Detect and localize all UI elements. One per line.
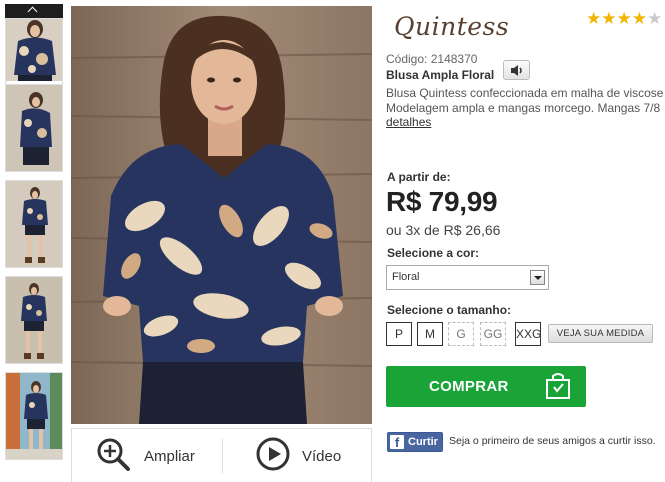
star-icon: ★	[616, 9, 632, 28]
price: R$ 79,99	[386, 186, 498, 217]
facebook-like-label: Curtir	[408, 436, 438, 448]
product-code: Código: 2148370	[386, 52, 477, 66]
facebook-like-button[interactable]: f Curtir	[387, 432, 443, 452]
video-button[interactable]: Vídeo	[256, 429, 341, 482]
thumbnail-2[interactable]	[5, 84, 63, 172]
bar-divider	[222, 439, 223, 473]
size-option-xxg[interactable]: XXG	[515, 322, 541, 346]
product-code-value: 2148370	[430, 52, 478, 66]
zoom-button[interactable]: Ampliar	[96, 429, 195, 482]
video-label: Vídeo	[302, 447, 342, 465]
product-description: Blusa Quintess confeccionada em malha de…	[386, 86, 665, 130]
color-selected-value: Floral	[392, 271, 420, 283]
brand-logo[interactable]: Quintess	[394, 12, 509, 41]
star-empty-icon: ★	[647, 9, 663, 28]
buy-button[interactable]: COMPRAR	[386, 366, 586, 407]
zoom-in-icon	[96, 437, 132, 476]
product-name: Blusa Ampla Floral	[386, 68, 495, 82]
facebook-icon: f	[390, 435, 404, 450]
facebook-like-text: Seja o primeiro de seus amigos a curtir …	[449, 435, 656, 447]
thumbnail-4[interactable]	[5, 276, 63, 364]
size-option-gg[interactable]: GG	[480, 322, 506, 346]
thumbnail-strip	[0, 0, 66, 482]
measure-button[interactable]: VEJA SUA MEDIDA	[548, 324, 653, 343]
color-select[interactable]: Floral	[386, 265, 549, 290]
description-line: Blusa Quintess confeccionada em malha de…	[386, 86, 664, 100]
buy-label: COMPRAR	[429, 378, 509, 395]
details-link[interactable]: detalhes	[386, 115, 431, 129]
play-icon	[256, 437, 290, 476]
price-from-label: A partir de:	[387, 170, 451, 184]
thumbnail-scroll-up-button[interactable]	[5, 4, 63, 18]
product-code-label: Código:	[386, 52, 428, 66]
color-label: Selecione a cor:	[387, 246, 480, 260]
main-product-photo	[71, 6, 372, 424]
size-option-g[interactable]: G	[448, 322, 474, 346]
thumbnail-3[interactable]	[5, 180, 63, 268]
star-icon: ★	[631, 9, 647, 28]
description-line: Modelagem ampla e mangas morcego. Mangas…	[386, 100, 661, 115]
rating-stars[interactable]: ★ ★ ★ ★ ★	[586, 10, 662, 27]
zoom-label: Ampliar	[144, 447, 195, 465]
size-option-m[interactable]: M	[417, 322, 443, 346]
thumbnail-5[interactable]	[5, 372, 63, 460]
size-option-p[interactable]: P	[386, 322, 412, 346]
photo-action-bar: Ampliar Vídeo	[71, 428, 372, 482]
chevron-down-icon	[530, 270, 545, 285]
size-label: Selecione o tamanho:	[387, 303, 512, 317]
installments: ou 3x de R$ 26,66	[386, 222, 501, 238]
star-icon: ★	[586, 9, 602, 28]
audio-button[interactable]	[503, 60, 530, 80]
star-icon: ★	[601, 9, 617, 28]
